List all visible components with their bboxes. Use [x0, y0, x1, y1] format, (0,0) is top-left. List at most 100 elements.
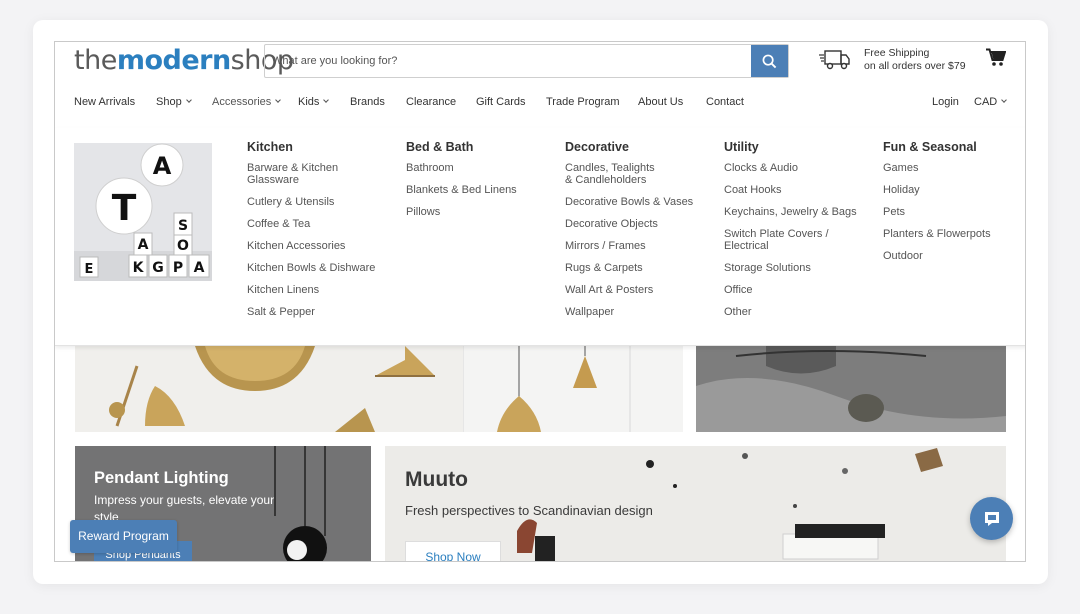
search-input[interactable]	[265, 45, 753, 77]
menu-link[interactable]: Bathroom	[406, 162, 546, 174]
main-nav: New Arrivals Shop Accessories Kids Brand…	[74, 96, 974, 112]
nav-gift-cards[interactable]: Gift Cards	[476, 96, 526, 108]
menu-link[interactable]: Outdoor	[883, 250, 1023, 262]
menu-link[interactable]: Decorative Objects	[565, 218, 710, 230]
cup-letter-g: G	[152, 260, 164, 276]
menu-column-decorative: Decorative Candles, Tealights & Candleho…	[565, 140, 710, 328]
menu-link[interactable]: Holiday	[883, 184, 1023, 196]
muuto-banner-title: Muuto	[405, 468, 468, 491]
menu-link[interactable]: Coat Hooks	[724, 184, 869, 196]
site-logo[interactable]: themodernshop	[74, 45, 294, 76]
nav-accessories[interactable]: Accessories	[212, 96, 282, 108]
menu-column-title[interactable]: Decorative	[565, 140, 710, 156]
chat-bubble-icon	[984, 511, 999, 526]
menu-link[interactable]: Decorative Bowls & Vases	[565, 196, 710, 208]
search-icon	[762, 54, 777, 68]
menu-column-bed-bath: Bed & Bath Bathroom Blankets & Bed Linen…	[406, 140, 546, 228]
nav-new-arrivals[interactable]: New Arrivals	[74, 96, 135, 108]
chevron-down-icon	[185, 97, 192, 103]
menu-link[interactable]: Coffee & Tea	[247, 218, 387, 230]
nav-kids[interactable]: Kids	[298, 96, 330, 108]
chat-button[interactable]	[970, 497, 1013, 540]
chevron-down-icon	[275, 97, 282, 103]
menu-link[interactable]: Kitchen Accessories	[247, 240, 387, 252]
cup-letter-s: S	[178, 218, 188, 234]
nav-shop[interactable]: Shop	[156, 96, 192, 108]
delivery-truck-icon	[819, 50, 850, 70]
nav-accessories-label: Accessories	[212, 96, 272, 108]
menu-link[interactable]: Keychains, Jewelry & Bags	[724, 206, 869, 218]
cup-letter-e: E	[85, 262, 94, 277]
logo-text-the: the	[74, 45, 117, 76]
menu-link[interactable]: Salt & Pepper	[247, 306, 387, 318]
menu-column-title[interactable]: Kitchen	[247, 140, 387, 156]
glass-lamps-picture	[463, 346, 683, 432]
cup-letter-p: P	[173, 260, 183, 276]
reward-program-button[interactable]: Reward Program	[70, 520, 177, 553]
menu-column-kitchen: Kitchen Barware & Kitchen Glassware Cutl…	[247, 140, 387, 328]
site-frame: themodernshop Free Shipping on all order…	[54, 41, 1026, 562]
menu-link[interactable]: Clocks & Audio	[724, 162, 869, 174]
currency-label: CAD	[974, 96, 998, 108]
menu-link[interactable]: Wallpaper	[565, 306, 710, 318]
menu-link[interactable]: Pets	[883, 206, 1023, 218]
banner-glass-lamps[interactable]	[463, 346, 683, 432]
menu-link[interactable]: Other	[724, 306, 869, 318]
rug-table-picture	[696, 346, 1006, 432]
banner-brass-lamps[interactable]	[75, 346, 463, 432]
banner-rug-table[interactable]	[696, 346, 1006, 432]
menu-column-title[interactable]: Utility	[724, 140, 869, 156]
nav-brands[interactable]: Brands	[350, 96, 385, 108]
cart-icon[interactable]	[986, 48, 1006, 67]
menu-link[interactable]: Candles, Tealights & Candleholders	[565, 162, 665, 186]
nav-gift-cards-label: Gift Cards	[476, 96, 526, 108]
mega-menu: A T S O A K G P A E Kitchen Barware & Ki…	[55, 128, 1025, 346]
nav-about-us-label: About Us	[638, 96, 684, 108]
menu-link[interactable]: Switch Plate Covers / Electrical	[724, 228, 834, 252]
nav-shop-label: Shop	[156, 96, 182, 108]
menu-link[interactable]: Kitchen Bowls & Dishware	[247, 262, 387, 274]
menu-link[interactable]: Games	[883, 162, 1023, 174]
chevron-down-icon	[323, 97, 330, 103]
menu-column-title[interactable]: Bed & Bath	[406, 140, 546, 156]
nav-clearance[interactable]: Clearance	[406, 96, 456, 108]
menu-link[interactable]: Barware & Kitchen Glassware	[247, 162, 347, 186]
currency-selector[interactable]: CAD	[974, 96, 1008, 108]
cup-letter-a: A	[138, 237, 149, 253]
nav-contact[interactable]: Contact	[706, 96, 744, 108]
menu-link[interactable]: Mirrors / Frames	[565, 240, 710, 252]
plate-letter-a: A	[153, 152, 172, 180]
menu-column-utility: Utility Clocks & Audio Coat Hooks Keycha…	[724, 140, 869, 328]
login-label: Login	[932, 96, 959, 108]
muuto-banner-subtitle: Fresh perspectives to Scandinavian desig…	[405, 503, 653, 518]
nav-clearance-label: Clearance	[406, 96, 457, 108]
mega-menu-image[interactable]: A T S O A K G P A E	[74, 143, 212, 281]
menu-link[interactable]: Kitchen Linens	[247, 284, 387, 296]
menu-link[interactable]: Cutlery & Utensils	[247, 196, 387, 208]
menu-column-title[interactable]: Fun & Seasonal	[883, 140, 1023, 156]
nav-about-us[interactable]: About Us	[638, 96, 683, 108]
logo-text-modern: modern	[116, 45, 231, 76]
menu-link[interactable]: Wall Art & Posters	[565, 284, 710, 296]
menu-link[interactable]: Rugs & Carpets	[565, 262, 710, 274]
pendant-banner-title: Pendant Lighting	[94, 469, 229, 487]
search-bar	[264, 44, 789, 78]
letter-tableware-picture: A T S O A K G P A E	[74, 143, 212, 281]
shop-now-button[interactable]: Shop Now	[405, 541, 501, 561]
nav-trade-program-label: Trade Program	[546, 96, 620, 108]
nav-kids-label: Kids	[298, 96, 320, 108]
nav-trade-program[interactable]: Trade Program	[546, 96, 620, 108]
login-link[interactable]: Login	[932, 96, 959, 108]
cup-letter-k: K	[133, 260, 145, 276]
free-shipping-title: Free Shipping	[864, 47, 930, 59]
banner-muuto[interactable]: Muuto Fresh perspectives to Scandinavian…	[385, 446, 1006, 561]
menu-link[interactable]: Blankets & Bed Linens	[406, 184, 546, 196]
menu-link[interactable]: Pillows	[406, 206, 546, 218]
menu-link[interactable]: Office	[724, 284, 869, 296]
menu-link[interactable]: Planters & Flowerpots	[883, 228, 1023, 240]
cup-letter-o: O	[177, 238, 189, 254]
search-button[interactable]	[751, 45, 788, 77]
nav-contact-label: Contact	[706, 96, 744, 108]
menu-link[interactable]: Storage Solutions	[724, 262, 869, 274]
chevron-down-icon	[1001, 97, 1008, 103]
